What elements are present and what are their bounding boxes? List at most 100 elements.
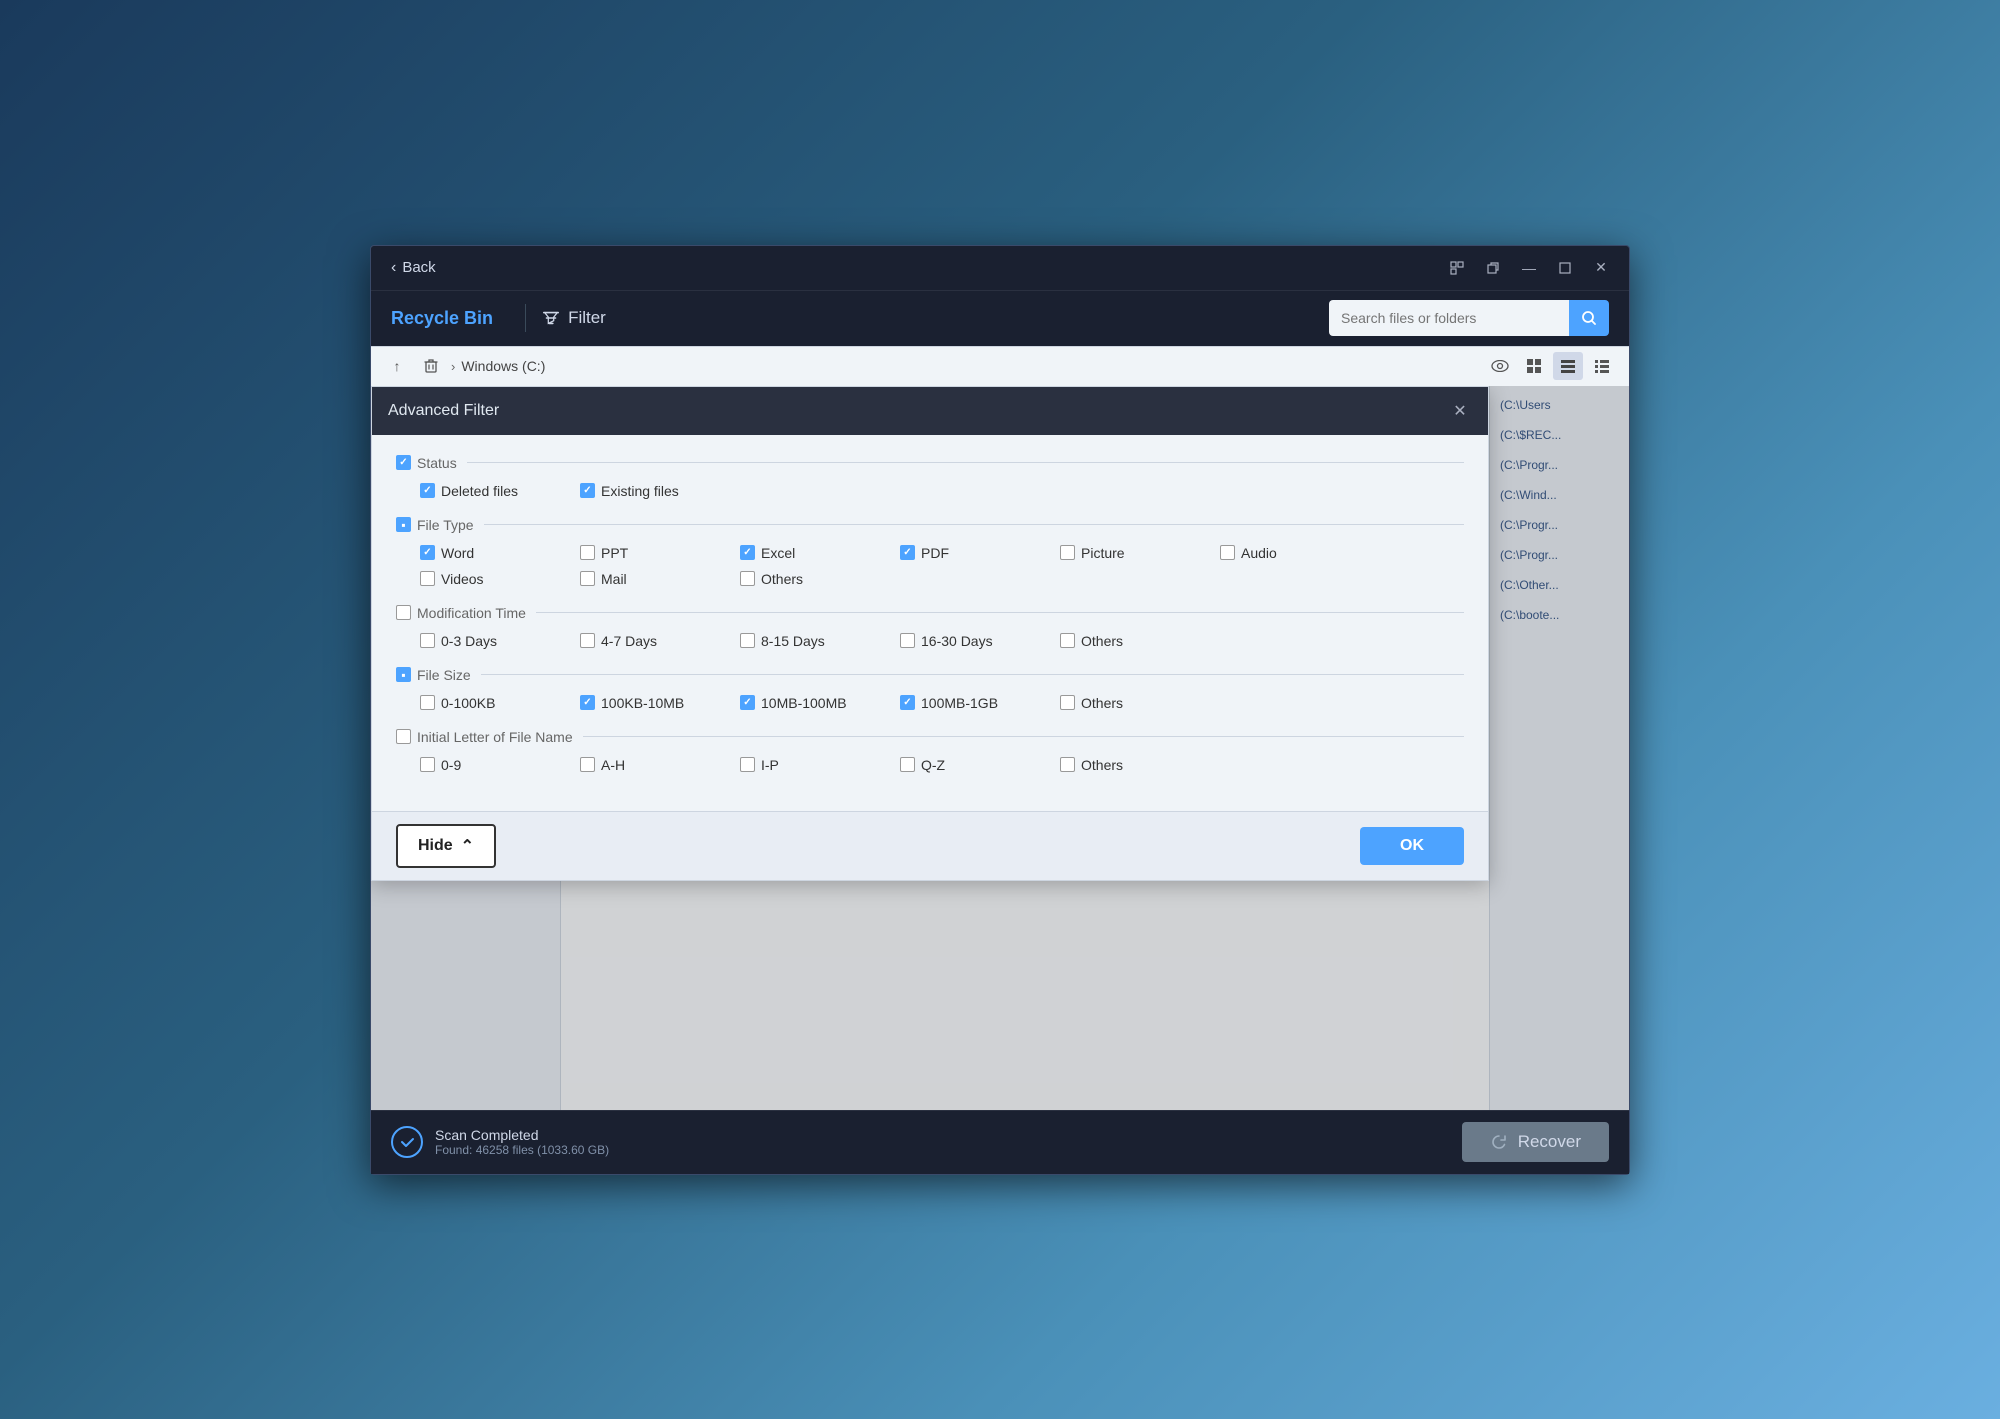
search-input[interactable]: [1329, 300, 1569, 336]
picture-item[interactable]: Picture: [1060, 545, 1220, 561]
recover-button[interactable]: Recover: [1462, 1122, 1609, 1162]
ppt-item[interactable]: PPT: [580, 545, 740, 561]
search-button[interactable]: [1569, 300, 1609, 336]
audio-checkbox[interactable]: [1220, 545, 1235, 560]
existing-files-checkbox[interactable]: [580, 483, 595, 498]
close-button[interactable]: ✕: [1585, 254, 1617, 282]
file-type-section-cb: File Type: [396, 517, 474, 533]
list-view-button[interactable]: [1553, 352, 1583, 380]
word-item[interactable]: Word: [420, 545, 580, 561]
size-100mb-1gb-item[interactable]: 100MB-1GB: [900, 695, 1060, 711]
mod-time-checkbox[interactable]: [396, 605, 411, 620]
pdf-item[interactable]: PDF: [900, 545, 1060, 561]
initial-letter-title: Initial Letter of File Name: [417, 729, 573, 745]
grid-view-button[interactable]: [1519, 352, 1549, 380]
others-filetype-checkbox[interactable]: [740, 571, 755, 586]
filter-button[interactable]: Filter: [542, 308, 606, 328]
letter-q-z-item[interactable]: Q-Z: [900, 757, 1060, 773]
word-checkbox[interactable]: [420, 545, 435, 560]
excel-checkbox[interactable]: [740, 545, 755, 560]
deleted-files-checkbox[interactable]: [420, 483, 435, 498]
letter-0-9-checkbox[interactable]: [420, 757, 435, 772]
others-letter-label: Others: [1081, 757, 1123, 773]
dialog-footer: Hide ⌃ OK: [372, 811, 1488, 880]
excel-item[interactable]: Excel: [740, 545, 900, 561]
scan-detail: Found: 46258 files (1033.60 GB): [435, 1143, 609, 1157]
recycle-bin-button[interactable]: Recycle Bin: [391, 308, 509, 329]
file-type-options: Word PPT Excel: [396, 545, 1464, 587]
maximize-button[interactable]: [1549, 254, 1581, 282]
snap-button[interactable]: [1441, 254, 1473, 282]
size-0-100kb-item[interactable]: 0-100KB: [420, 695, 580, 711]
detail-view-button[interactable]: [1587, 352, 1617, 380]
dialog-body: Status Deleted files Existing fil: [372, 435, 1488, 811]
file-size-title: File Size: [417, 667, 471, 683]
back-button[interactable]: ‹ Back: [383, 255, 444, 281]
videos-item[interactable]: Videos: [420, 571, 580, 587]
letter-i-p-checkbox[interactable]: [740, 757, 755, 772]
audio-item[interactable]: Audio: [1220, 545, 1380, 561]
days-4-7-item[interactable]: 4-7 Days: [580, 633, 740, 649]
size-100mb-1gb-checkbox[interactable]: [900, 695, 915, 710]
file-type-section: File Type Word PPT: [396, 517, 1464, 587]
letter-i-p-item[interactable]: I-P: [740, 757, 900, 773]
hide-button[interactable]: Hide ⌃: [396, 824, 496, 868]
mail-item[interactable]: Mail: [580, 571, 740, 587]
mod-time-section-header: Modification Time: [396, 605, 1464, 621]
title-bar-left: ‹ Back: [383, 255, 444, 281]
others-letter-item[interactable]: Others: [1060, 757, 1220, 773]
others-size-checkbox[interactable]: [1060, 695, 1075, 710]
size-0-100kb-checkbox[interactable]: [420, 695, 435, 710]
size-10mb-100mb-checkbox[interactable]: [740, 695, 755, 710]
nav-divider: [525, 304, 526, 332]
eye-button[interactable]: [1485, 352, 1515, 380]
days-4-7-checkbox[interactable]: [580, 633, 595, 648]
ppt-label: PPT: [601, 545, 628, 561]
mail-checkbox[interactable]: [580, 571, 595, 586]
size-100kb-10mb-item[interactable]: 100KB-10MB: [580, 695, 740, 711]
others-time-label: Others: [1081, 633, 1123, 649]
size-100mb-1gb-label: 100MB-1GB: [921, 695, 998, 711]
letter-0-9-item[interactable]: 0-9: [420, 757, 580, 773]
days-16-30-item[interactable]: 16-30 Days: [900, 633, 1060, 649]
size-10mb-100mb-item[interactable]: 10MB-100MB: [740, 695, 900, 711]
breadcrumb-bar: ↑ › Windows (C:): [371, 346, 1629, 386]
existing-files-item[interactable]: Existing files: [580, 483, 740, 499]
days-16-30-checkbox[interactable]: [900, 633, 915, 648]
letter-a-h-checkbox[interactable]: [580, 757, 595, 772]
others-letter-checkbox[interactable]: [1060, 757, 1075, 772]
size-100kb-10mb-checkbox[interactable]: [580, 695, 595, 710]
days-0-3-item[interactable]: 0-3 Days: [420, 633, 580, 649]
letter-q-z-checkbox[interactable]: [900, 757, 915, 772]
ok-button[interactable]: OK: [1360, 827, 1464, 865]
days-16-30-label: 16-30 Days: [921, 633, 993, 649]
videos-checkbox[interactable]: [420, 571, 435, 586]
days-0-3-checkbox[interactable]: [420, 633, 435, 648]
delete-button[interactable]: [417, 352, 445, 380]
breadcrumb-separator: ›: [451, 359, 455, 374]
search-container: [1329, 300, 1609, 336]
pdf-checkbox[interactable]: [900, 545, 915, 560]
days-8-15-item[interactable]: 8-15 Days: [740, 633, 900, 649]
navigate-up-button[interactable]: ↑: [383, 352, 411, 380]
minimize-button[interactable]: —: [1513, 254, 1545, 282]
deleted-files-item[interactable]: Deleted files: [420, 483, 580, 499]
dialog-title: Advanced Filter: [388, 402, 499, 420]
letter-a-h-item[interactable]: A-H: [580, 757, 740, 773]
picture-checkbox[interactable]: [1060, 545, 1075, 560]
file-size-checkbox[interactable]: [396, 667, 411, 682]
days-8-15-checkbox[interactable]: [740, 633, 755, 648]
others-filetype-item[interactable]: Others: [740, 571, 900, 587]
dialog-close-button[interactable]: ✕: [1448, 399, 1472, 423]
others-time-item[interactable]: Others: [1060, 633, 1220, 649]
others-time-checkbox[interactable]: [1060, 633, 1075, 648]
others-size-item[interactable]: Others: [1060, 695, 1220, 711]
app-window: ‹ Back —: [370, 245, 1630, 1175]
initial-letter-checkbox[interactable]: [396, 729, 411, 744]
ppt-checkbox[interactable]: [580, 545, 595, 560]
file-type-checkbox[interactable]: [396, 517, 411, 532]
status-checkbox[interactable]: [396, 455, 411, 470]
title-bar: ‹ Back —: [371, 246, 1629, 290]
chevron-up-icon: ⌃: [461, 836, 474, 856]
restore-button[interactable]: [1477, 254, 1509, 282]
